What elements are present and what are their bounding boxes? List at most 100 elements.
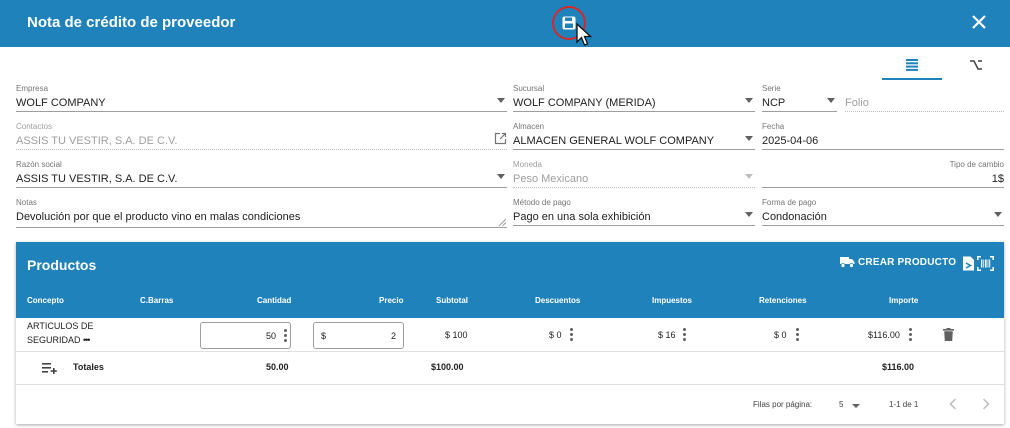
col-barras: C.Barras [140, 296, 174, 305]
playlist-add-icon[interactable] [42, 362, 57, 374]
kebab-menu-icon[interactable] [796, 328, 799, 343]
col-descuentos: Descuentos [535, 296, 581, 305]
divider [16, 351, 1004, 352]
row-importe: $116.00 [868, 330, 900, 340]
moneda-select: Moneda Peso Mexicano [513, 160, 755, 188]
notas-label: Notas [16, 198, 37, 207]
fecha-field[interactable]: Fecha 2025-04-06 [762, 122, 1004, 150]
notas-value: Devolución por que el producto vino en m… [16, 211, 301, 223]
empresa-label: Empresa [16, 84, 49, 93]
import-file-icon[interactable] [962, 256, 975, 271]
razon-social-value: ASSIS TU VESTIR, S.A. DE C.V. [16, 173, 178, 185]
row-impuestos: $ 16 [658, 330, 676, 340]
serie-label: Serie [762, 84, 781, 93]
kebab-menu-icon[interactable] [570, 328, 573, 343]
forma-pago-value: Condonación [762, 211, 827, 223]
notas-textarea[interactable]: Notas Devolución por que el producto vin… [16, 198, 507, 228]
chevron-down-icon [497, 98, 505, 103]
serie-value: NCP [762, 97, 786, 109]
kebab-menu-icon[interactable] [909, 328, 912, 343]
tab-options-view[interactable] [946, 52, 1006, 78]
kebab-menu-icon[interactable] [284, 329, 287, 344]
col-retenciones: Retenciones [759, 296, 807, 305]
option-key-icon [970, 60, 982, 70]
col-subtotal: Subtotal [436, 296, 468, 305]
almacen-select[interactable]: Almacen ALMACEN GENERAL WOLF COMPANY [513, 122, 755, 150]
close-icon[interactable] [969, 12, 989, 32]
tipo-cambio-label: Tipo de cambio [949, 160, 1004, 169]
create-product-label: CREAR PRODUCTO [858, 256, 957, 268]
fecha-value: 2025-04-06 [762, 135, 819, 147]
metodo-pago-value: Pago en una sola exhibición [513, 211, 651, 223]
contactos-value: ASSIS TU VESTIR, S.A. DE C.V. [16, 135, 178, 147]
row-subtotal: $ 100 [445, 330, 468, 340]
sucursal-label: Sucursal [513, 84, 545, 93]
kebab-menu-icon[interactable] [683, 328, 686, 343]
open-in-new-icon[interactable] [494, 132, 507, 145]
page-title: Nota de crédito de proveedor [27, 14, 236, 31]
empresa-select[interactable]: Empresa WOLF COMPANY [16, 84, 507, 112]
quantity-input[interactable]: 50 [200, 322, 291, 349]
row-retenciones: $ 0 [774, 330, 787, 340]
totals-label: Totales [73, 362, 104, 372]
row-concepto-line2: SEGURIDAD [27, 335, 81, 345]
pagination-range: 1-1 de 1 [889, 400, 919, 409]
row-concepto-line1: ARTICULOS DE [27, 321, 94, 331]
tipo-cambio-field[interactable]: Tipo de cambio 1$ [762, 160, 1004, 188]
folio-field[interactable]: Folio [845, 84, 1004, 112]
list-view-icon [906, 59, 918, 71]
chevron-down-icon [745, 212, 753, 217]
chevron-down-icon [497, 174, 505, 179]
rows-per-page-label: Filas por página: [753, 400, 813, 409]
col-concepto: Concepto [27, 296, 64, 305]
products-card: Productos CREAR PRODUCTO Concepto C.Barr… [16, 242, 1004, 424]
metodo-pago-select[interactable]: Método de pago Pago en una sola exhibici… [513, 198, 755, 226]
truck-icon [840, 257, 855, 268]
create-product-button[interactable]: CREAR PRODUCTO [840, 256, 956, 268]
rows-per-page-select[interactable]: 5 [837, 397, 863, 412]
empresa-value: WOLF COMPANY [16, 97, 106, 109]
chevron-down-icon [745, 174, 753, 179]
chevron-down-icon [994, 212, 1002, 217]
app-bar: Nota de crédito de proveedor [0, 0, 1010, 47]
metodo-pago-label: Método de pago [513, 198, 571, 207]
rows-per-page-value: 5 [839, 400, 844, 409]
more-options-icon[interactable]: ••• [83, 335, 91, 345]
chevron-down-icon [827, 98, 835, 103]
divider [16, 384, 1004, 385]
row-descuentos: $ 0 [549, 330, 562, 340]
serie-select[interactable]: Serie NCP [762, 84, 837, 112]
mouse-cursor-icon [576, 22, 593, 46]
folio-placeholder: Folio [845, 97, 869, 109]
chevron-down-icon [852, 404, 860, 408]
tab-list-view[interactable] [882, 52, 942, 80]
chevron-left-icon[interactable] [949, 398, 957, 410]
totals-cantidad: 50.00 [266, 362, 289, 372]
products-header: Productos CREAR PRODUCTO Concepto C.Barr… [16, 242, 1004, 318]
barcode-scan-icon[interactable] [977, 256, 994, 271]
col-impuestos: Impuestos [652, 296, 693, 305]
almacen-label: Almacen [513, 122, 545, 131]
fecha-label: Fecha [762, 122, 785, 131]
contactos-label: Contactos [16, 122, 53, 131]
chevron-right-icon[interactable] [982, 398, 990, 410]
razon-social-select[interactable]: Razón social ASSIS TU VESTIR, S.A. DE C.… [16, 160, 507, 188]
resize-handle-icon[interactable] [499, 219, 506, 226]
contactos-field: Contactos ASSIS TU VESTIR, S.A. DE C.V. [16, 122, 507, 150]
moneda-label: Moneda [513, 160, 542, 169]
price-prefix: $ [321, 331, 327, 341]
col-cantidad: Cantidad [257, 296, 292, 305]
delete-icon[interactable] [943, 328, 954, 341]
quantity-value: 50 [265, 331, 276, 341]
forma-pago-label: Forma de pago [762, 198, 817, 207]
totals-importe: $116.00 [882, 362, 915, 372]
products-title: Productos [27, 257, 97, 273]
col-precio: Precio [379, 296, 404, 305]
sucursal-select[interactable]: Sucursal WOLF COMPANY (MERIDA) [513, 84, 755, 112]
moneda-value: Peso Mexicano [513, 173, 589, 185]
price-input[interactable]: $ 2 [313, 322, 404, 349]
col-importe: Importe [889, 296, 919, 305]
forma-pago-select[interactable]: Forma de pago Condonación [762, 198, 1004, 226]
price-value: 2 [390, 331, 396, 341]
totals-subtotal: $100.00 [431, 362, 464, 372]
